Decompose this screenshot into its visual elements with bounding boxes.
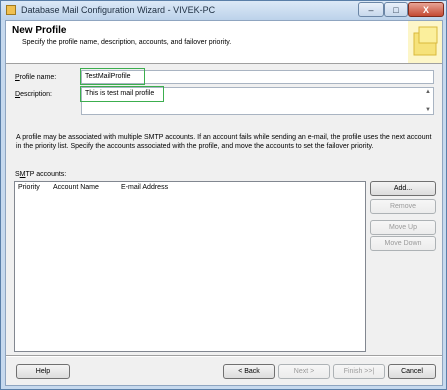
move-down-button[interactable]: Move Down: [370, 236, 436, 251]
column-account-name[interactable]: Account Name: [53, 184, 99, 191]
profile-name-input[interactable]: TestMailProfile: [81, 70, 434, 84]
scroll-up-arrow-icon[interactable]: ▲: [425, 89, 431, 95]
smtp-accounts-label: SMTP accounts:: [15, 171, 67, 178]
title-bar[interactable]: Database Mail Configuration Wizard - VIV…: [1, 1, 446, 20]
remove-button[interactable]: Remove: [370, 199, 436, 214]
maximize-icon: □: [393, 4, 399, 15]
finish-button[interactable]: Finish >>|: [333, 364, 385, 379]
close-button[interactable]: X: [408, 2, 444, 17]
cancel-button[interactable]: Cancel: [388, 364, 436, 379]
move-down-button-label: Move Down: [384, 240, 422, 247]
footer-separator: [6, 355, 442, 357]
remove-button-label: Remove: [389, 203, 417, 210]
page-header: New Profile Specify the profile name, de…: [6, 21, 442, 64]
description-input[interactable]: This is test mail profile ▲ ▼: [81, 87, 434, 115]
wizard-banner-icon: [408, 21, 442, 63]
wizard-window: Database Mail Configuration Wizard - VIV…: [0, 0, 447, 390]
app-icon: [6, 5, 16, 15]
description-label: Description:: [15, 91, 52, 98]
profile-explanation: A profile may be associated with multipl…: [16, 134, 432, 150]
profile-name-value: TestMailProfile: [85, 73, 131, 80]
page-subtitle: Specify the profile name, description, a…: [22, 39, 232, 46]
page-title: New Profile: [12, 25, 67, 36]
next-button[interactable]: Next >: [278, 364, 330, 379]
back-button[interactable]: < Back: [223, 364, 275, 379]
window-title: Database Mail Configuration Wizard - VIV…: [21, 5, 216, 15]
description-value: This is test mail profile: [85, 90, 155, 97]
help-button-label: Help: [35, 368, 51, 375]
finish-button-label: Finish >>|: [343, 368, 375, 375]
minimize-icon: –: [368, 4, 374, 15]
minimize-button[interactable]: –: [358, 2, 384, 17]
move-up-button-label: Move Up: [388, 224, 417, 231]
cancel-button-label: Cancel: [401, 368, 423, 375]
scroll-down-arrow-icon[interactable]: ▼: [425, 107, 431, 113]
column-email-address[interactable]: E-mail Address: [121, 184, 168, 191]
add-button[interactable]: Add...: [370, 181, 436, 196]
help-button[interactable]: Help: [16, 364, 70, 379]
add-button-label: Add...: [393, 185, 413, 192]
wizard-page: New Profile Specify the profile name, de…: [5, 20, 443, 386]
back-button-label: < Back: [238, 368, 260, 375]
grid-header: Priority Account Name E-mail Address: [15, 182, 365, 193]
next-button-label: Next >: [293, 368, 315, 375]
close-icon: X: [422, 4, 429, 15]
maximize-button[interactable]: □: [384, 2, 408, 17]
column-priority[interactable]: Priority: [18, 184, 40, 191]
move-up-button[interactable]: Move Up: [370, 220, 436, 235]
profile-name-label: Profile name:: [15, 74, 57, 81]
smtp-accounts-grid[interactable]: Priority Account Name E-mail Address: [14, 181, 366, 352]
